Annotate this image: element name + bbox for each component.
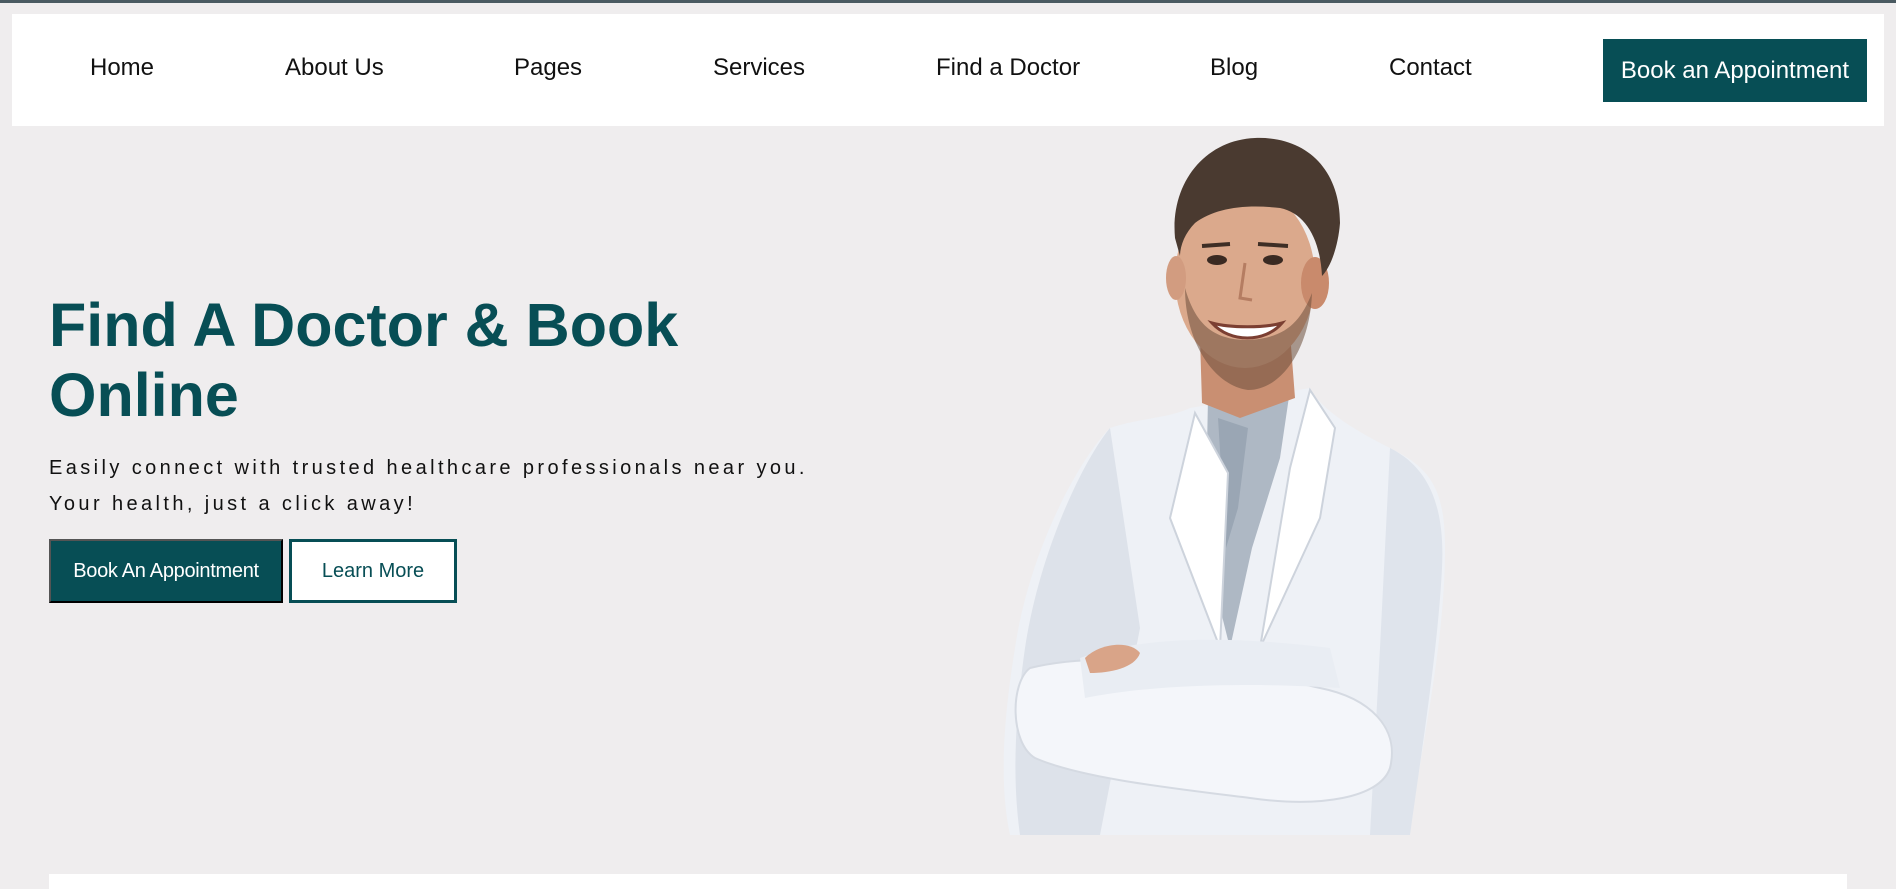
hero-subtitle: Easily connect with trusted healthcare p… — [49, 450, 869, 522]
main-navbar: Home About Us Pages Services Find a Doct… — [12, 14, 1884, 126]
hero-subtitle-line-1: Easily connect with trusted healthcare p… — [49, 457, 808, 479]
nav-find-a-doctor[interactable]: Find a Doctor — [936, 54, 1080, 82]
hero-subtitle-line-2: Your health, just a click away! — [49, 493, 417, 515]
hero-title-line-2: Online — [49, 361, 239, 429]
learn-more-button[interactable]: Learn More — [289, 539, 457, 603]
doctor-image — [1003, 137, 1445, 835]
content-card-top — [49, 874, 1847, 889]
nav-pages[interactable]: Pages — [514, 54, 582, 82]
nav-blog[interactable]: Blog — [1210, 54, 1258, 82]
hero-title: Find A Doctor & Book Online — [49, 290, 809, 430]
nav-about-us[interactable]: About Us — [285, 54, 384, 82]
book-appointment-button[interactable]: Book An Appointment — [49, 539, 283, 603]
nav-contact[interactable]: Contact — [1389, 54, 1472, 82]
nav-home[interactable]: Home — [90, 54, 154, 82]
nav-services[interactable]: Services — [713, 54, 805, 82]
book-appointment-nav-button[interactable]: Book an Appointment — [1603, 39, 1867, 102]
top-border — [0, 0, 1896, 3]
hero-title-line-1: Find A Doctor & Book — [49, 291, 679, 359]
